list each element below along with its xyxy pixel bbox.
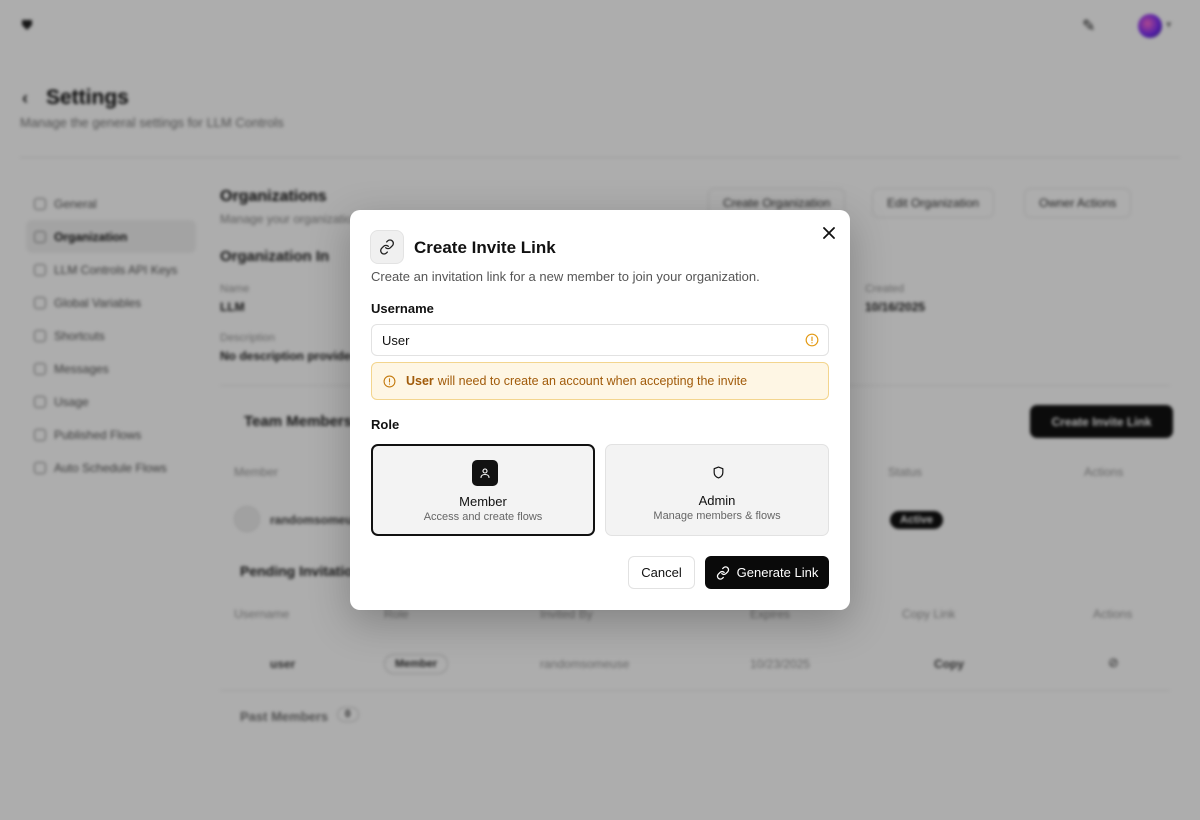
create-invite-link-dialog: Create Invite Link Create an invitation … <box>350 210 850 610</box>
role-name: Member <box>459 494 507 509</box>
alert-circle-icon <box>383 375 396 388</box>
close-button[interactable] <box>818 222 840 244</box>
alert-message: will need to create an account when acce… <box>437 374 748 388</box>
button-label: Generate Link <box>736 565 819 580</box>
new-account-warning: User will need to create an account when… <box>371 362 829 400</box>
close-icon <box>823 227 835 239</box>
username-input[interactable] <box>371 324 829 356</box>
username-label: Username <box>371 301 434 316</box>
generate-link-button[interactable]: Generate Link <box>705 556 829 589</box>
warning-icon <box>805 333 819 347</box>
role-option-admin[interactable]: Admin Manage members & flows <box>605 444 829 536</box>
role-label: Role <box>371 417 400 432</box>
dialog-description: Create an invitation link for a new memb… <box>371 269 760 284</box>
link-icon <box>716 565 729 580</box>
dialog-title: Create Invite Link <box>414 238 556 257</box>
alert-username: User <box>406 374 434 388</box>
user-icon <box>472 460 498 486</box>
shield-icon <box>705 459 731 485</box>
role-name: Admin <box>698 493 736 508</box>
cancel-button[interactable]: Cancel <box>628 556 695 589</box>
role-description: Access and create flows <box>423 511 543 523</box>
link-icon <box>370 230 404 264</box>
button-label: Cancel <box>641 565 682 580</box>
role-option-member[interactable]: Member Access and create flows <box>371 444 595 536</box>
role-description: Manage members & flows <box>653 510 781 522</box>
